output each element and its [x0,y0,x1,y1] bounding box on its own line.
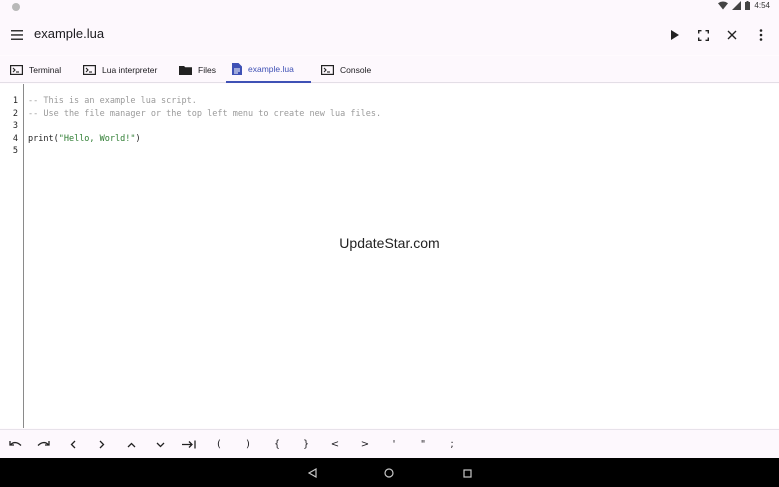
terminal-icon [10,64,23,75]
tab-files[interactable]: Files [173,56,222,83]
symbol-key-close-brace[interactable]: } [293,430,319,459]
code-token-paren: ) [135,134,141,144]
tab-label: example.lua [248,63,294,74]
back-icon [307,468,317,478]
code-token-function: print( [28,134,59,144]
undo-button[interactable] [2,430,28,459]
nav-home-button[interactable] [381,465,397,481]
wifi-icon [718,1,729,10]
file-icon [232,62,242,75]
status-time: 4:54 [754,1,770,10]
line-number: 5 [12,146,18,156]
fullscreen-button[interactable] [693,25,713,45]
play-icon [670,30,679,40]
system-nav-bar [0,458,779,487]
symbol-key-greater-than[interactable]: > [352,430,378,459]
menu-icon [11,30,23,40]
battery-icon [745,1,751,10]
close-icon [727,30,737,40]
code-line-1: -- This is an example lua script. [28,96,197,106]
symbol-key-close-paren[interactable]: ) [235,430,261,459]
signal-icon [732,1,742,10]
redo-icon [37,441,50,446]
close-button[interactable] [722,25,742,45]
more-options-button[interactable] [751,25,771,45]
chevron-down-icon [156,442,164,447]
line-number: 3 [12,121,18,131]
menu-button[interactable] [8,26,26,44]
tab-icon [182,440,196,449]
cursor-up-button[interactable] [118,430,144,459]
line-number: 4 [12,134,18,144]
tab-bar: Terminal Lua interpreter Files example.l… [0,56,779,83]
code-token-string: "Hello, World!" [58,134,136,144]
page-title: example.lua [34,26,105,41]
undo-icon [8,441,21,446]
symbol-key-less-than[interactable]: < [322,430,348,459]
code-line-2: -- Use the file manager or the top left … [28,109,382,119]
tab-example-lua[interactable]: example.lua [226,56,311,83]
symbol-key-single-quote[interactable]: ' [381,430,407,459]
symbol-bar: ( ) { } < > ' " ; [0,429,779,458]
chevron-right-icon [99,440,105,449]
cursor-down-button[interactable] [147,430,173,459]
code-editor[interactable]: 1 2 3 4 5 -- This is an example lua scri… [0,84,779,428]
status-bar: 4:54 [0,0,779,15]
cursor-left-button[interactable] [60,430,86,459]
symbol-key-open-brace[interactable]: { [264,430,290,459]
cursor-right-button[interactable] [89,430,115,459]
chevron-left-icon [70,440,76,449]
terminal-icon [83,64,96,75]
tab-label: Console [340,64,372,75]
home-icon [384,468,394,478]
tab-label: Terminal [29,64,62,75]
redo-button[interactable] [30,430,56,459]
tab-console[interactable]: Console [315,56,377,83]
chevron-up-icon [127,442,135,447]
nav-back-button[interactable] [304,465,320,481]
app-bar: example.lua [0,15,779,55]
more-vert-icon [759,29,763,41]
tab-label: Lua interpreter [102,64,158,75]
recents-icon [462,468,472,478]
fullscreen-icon [697,29,709,41]
line-number-gutter: 1 2 3 4 5 [0,84,24,428]
nav-recents-button[interactable] [459,465,475,481]
status-icons: 4:54 [718,1,770,10]
line-number: 2 [12,109,18,119]
terminal-icon [321,64,334,75]
symbol-key-double-quote[interactable]: " [410,430,436,459]
folder-icon [179,65,192,75]
tab-lua-interpreter[interactable]: Lua interpreter [77,56,163,83]
line-number: 1 [12,96,18,106]
tab-label: Files [198,64,216,75]
watermark: UpdateStar.com [339,235,440,251]
tab-key-button[interactable] [176,430,202,459]
symbol-key-semicolon[interactable]: ; [439,430,465,459]
tab-terminal[interactable]: Terminal [4,56,67,83]
symbol-key-open-paren[interactable]: ( [206,430,232,459]
run-button[interactable] [664,25,684,45]
notification-dot-icon [12,3,20,11]
code-line-4: print("Hello, World!") [28,134,141,144]
